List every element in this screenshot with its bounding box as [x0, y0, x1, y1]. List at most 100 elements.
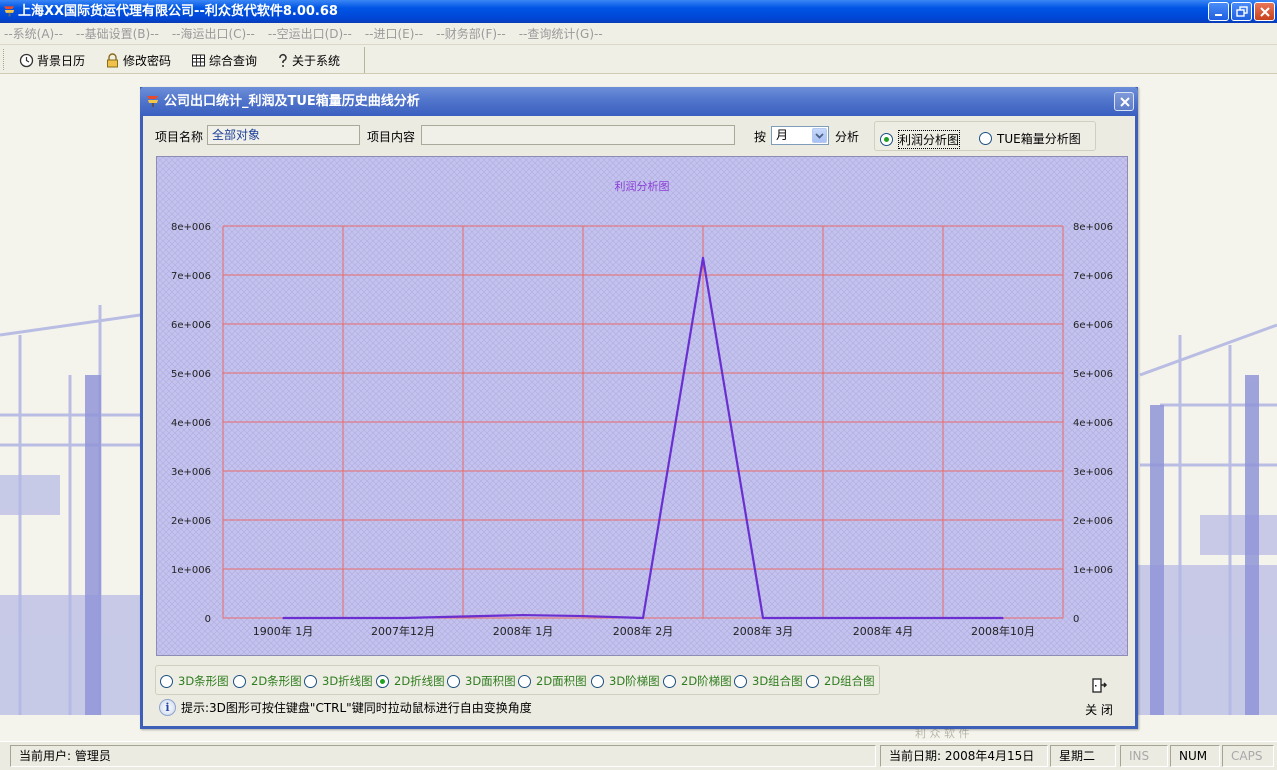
hint-text: 提示:3D图形可按住键盘"CTRL"键同时拉动鼠标进行自由变换角度 — [181, 701, 532, 715]
restore-button[interactable] — [1231, 2, 1252, 21]
change-password-button[interactable]: 修改密码 — [105, 52, 171, 69]
chart-type-radio[interactable]: 3D面积图 — [447, 673, 516, 689]
y-tick-label-right: 8e+006 — [1073, 222, 1113, 233]
y-tick-label-right: 0 — [1073, 614, 1079, 625]
radio-profit[interactable]: 利润分析图 — [880, 130, 961, 149]
y-tick-label-right: 1e+006 — [1073, 565, 1113, 576]
info-icon: i — [159, 699, 176, 716]
data-point — [282, 617, 284, 619]
chart-type-radio[interactable]: 2D面积图 — [518, 673, 587, 689]
radio-dot-icon — [591, 674, 604, 688]
y-tick-label-left: 3e+006 — [171, 467, 211, 478]
window-title-bar[interactable]: 上海XX国际货运代理有限公司--利众货代软件8.00.68 — [0, 0, 1277, 23]
y-tick-label-right: 3e+006 — [1073, 467, 1113, 478]
radio-tue-label: TUE箱量分析图 — [997, 132, 1081, 146]
radio-dot-icon — [447, 674, 460, 688]
period-select[interactable]: 月 — [771, 126, 829, 145]
exit-door-icon — [1092, 678, 1108, 693]
radio-dot-icon — [979, 132, 992, 145]
chart-type-radio[interactable]: 2D折线图 — [376, 673, 445, 689]
data-point — [702, 257, 704, 259]
y-tick-label-left: 6e+006 — [171, 320, 211, 331]
toolbar-grip[interactable] — [3, 49, 6, 70]
menu-query-stats[interactable]: --查询统计(G)-- — [519, 25, 603, 42]
lock-icon — [107, 52, 119, 67]
radio-dot-icon — [734, 674, 747, 688]
minimize-icon — [1215, 14, 1222, 16]
menu-air-export[interactable]: --空运出口(D)-- — [268, 25, 352, 42]
close-icon — [1120, 97, 1130, 107]
y-tick-label-left: 5e+006 — [171, 369, 211, 380]
chart-type-radio[interactable]: 3D阶梯图 — [591, 673, 660, 689]
chart-type-label: 2D组合图 — [824, 674, 875, 688]
about-button[interactable]: 关于系统 — [277, 52, 340, 69]
radio-dot-icon — [518, 674, 531, 688]
close-button[interactable]: 关 闭 — [1081, 675, 1117, 717]
dialog-title-bar[interactable]: 公司出口统计_利润及TUE箱量历史曲线分析 — [140, 87, 1138, 116]
project-name-field[interactable]: 全部对象 — [207, 125, 360, 145]
project-content-field[interactable] — [421, 125, 735, 145]
x-tick-label: 2008年 4月 — [853, 624, 914, 638]
status-caps: CAPS — [1222, 745, 1274, 767]
chart-background — [157, 157, 1127, 655]
data-point — [1002, 617, 1004, 619]
y-tick-label-left: 7e+006 — [171, 271, 211, 282]
data-point — [582, 615, 584, 617]
chart-panel[interactable]: 利润分析图 0 0 1e+006 1e+006 2e+006 2e+006 3e+006 3e… — [156, 156, 1128, 656]
table-icon — [192, 54, 206, 66]
menu-finance[interactable]: --财务部(F)-- — [436, 25, 506, 42]
clock-icon — [19, 53, 34, 67]
y-tick-label-right: 2e+006 — [1073, 516, 1113, 527]
dialog-close-button[interactable] — [1114, 92, 1134, 111]
radio-profit-label: 利润分析图 — [898, 130, 961, 149]
status-date: 当前日期: 2008年4月15日 — [880, 745, 1048, 767]
status-bar: 当前用户: 管理员 当前日期: 2008年4月15日 星期二 INS NUM C… — [0, 741, 1277, 770]
menu-bar: --系统(A)-- --基础设置(B)-- --海运出口(C)-- --空运出口… — [0, 23, 1277, 44]
period-value: 月 — [776, 128, 789, 142]
dialog-app-icon — [147, 96, 158, 107]
y-tick-label-left: 2e+006 — [171, 516, 211, 527]
data-point — [822, 617, 824, 619]
status-user: 当前用户: 管理员 — [10, 745, 876, 767]
chart-type-radio[interactable]: 3D组合图 — [734, 673, 803, 689]
menu-system[interactable]: --系统(A)-- — [4, 25, 63, 42]
menu-sea-export[interactable]: --海运出口(C)-- — [172, 25, 255, 42]
radio-dot-icon — [663, 674, 676, 688]
chart-type-radio[interactable]: 2D组合图 — [806, 673, 875, 689]
data-point — [462, 615, 464, 618]
status-num: NUM — [1170, 745, 1220, 767]
help-icon — [279, 53, 287, 67]
calendar-button[interactable]: 背景日历 — [19, 52, 85, 69]
menu-basic-settings[interactable]: --基础设置(B)-- — [76, 25, 159, 42]
radio-dot-icon — [806, 674, 819, 688]
chart-type-radio[interactable]: 2D阶梯图 — [663, 673, 732, 689]
y-tick-label-right: 5e+006 — [1073, 369, 1113, 380]
chart-type-label: 3D折线图 — [322, 674, 373, 688]
by-label: 按 — [754, 130, 767, 144]
chart-type-label: 3D条形图 — [178, 674, 229, 688]
chart-type-group: 3D条形图 2D条形图 3D折线图 2D折线图 3D面积图 2D面积图 3D阶梯图 2D阶梯图… — [155, 665, 880, 695]
radio-dot-icon — [304, 674, 317, 688]
project-name-label: 项目名称 — [155, 130, 204, 144]
chart-title: 利润分析图 — [615, 179, 670, 193]
chart-type-radio[interactable]: 3D折线图 — [304, 673, 373, 689]
query-button[interactable]: 综合查询 — [191, 52, 257, 69]
profit-line-chart: 利润分析图 0 0 1e+006 1e+006 2e+006 2e+006 3e+006 3e… — [157, 157, 1127, 655]
radio-dot-icon — [376, 674, 389, 688]
restore-icon — [1236, 6, 1248, 17]
close-label: 关 闭 — [1085, 703, 1113, 717]
menu-import[interactable]: --进口(E)-- — [365, 25, 423, 42]
chart-type-radio[interactable]: 3D条形图 — [160, 673, 229, 689]
calendar-label: 背景日历 — [37, 53, 86, 68]
dropdown-arrow[interactable] — [812, 128, 827, 143]
hint-row: i 提示:3D图形可按住键盘"CTRL"键同时拉动鼠标进行自由变换角度 — [159, 699, 532, 716]
x-tick-label: 2008年10月 — [971, 624, 1035, 638]
about-label: 关于系统 — [292, 53, 341, 68]
close-window-button[interactable] — [1254, 2, 1275, 21]
minimize-button[interactable] — [1208, 2, 1229, 21]
radio-tue[interactable]: TUE箱量分析图 — [979, 130, 1081, 147]
status-weekday: 星期二 — [1050, 745, 1116, 767]
y-tick-label-right: 6e+006 — [1073, 320, 1113, 331]
chart-type-radio[interactable]: 2D条形图 — [233, 673, 302, 689]
data-point — [942, 617, 944, 619]
